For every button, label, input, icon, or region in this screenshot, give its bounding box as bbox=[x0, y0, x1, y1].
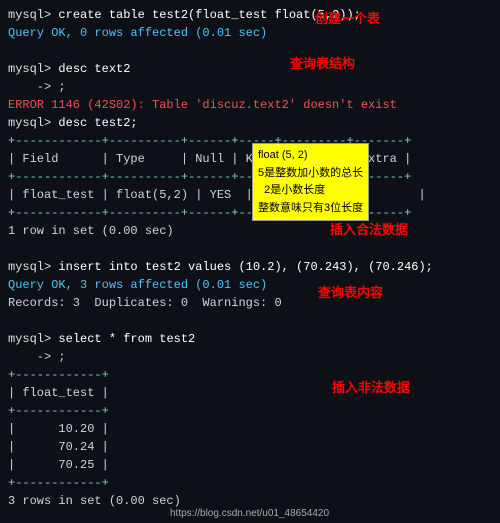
res-border-3: +------------+ bbox=[8, 474, 492, 492]
table-header: | Field | Type | Null | Key | Default | … bbox=[8, 150, 492, 168]
blank-3 bbox=[8, 312, 492, 330]
line-records: Records: 3 Duplicates: 0 Warnings: 0 bbox=[8, 294, 492, 312]
watermark: https://blog.csdn.net/u01_48654420 bbox=[170, 508, 329, 519]
table-border-1: +------------+----------+------+-----+--… bbox=[8, 132, 492, 150]
table-border-3: +------------+----------+------+-----+--… bbox=[8, 204, 492, 222]
res-border-2: +------------+ bbox=[8, 402, 492, 420]
line-1: mysql> create table test2(float_test flo… bbox=[8, 6, 492, 24]
res-row-2: | 70.24 | bbox=[8, 438, 492, 456]
line-cont: -> ; bbox=[8, 348, 492, 366]
annotation-insert: 插入合法数据 bbox=[330, 219, 408, 238]
line-insert: mysql> insert into test2 values (10.2), … bbox=[8, 258, 492, 276]
annotation-select: 查询表内容 bbox=[318, 282, 383, 301]
blank-2 bbox=[8, 240, 492, 258]
line-insert-ok: Query OK, 3 rows affected (0.01 sec) bbox=[8, 276, 492, 294]
res-header: | float_test | bbox=[8, 384, 492, 402]
terminal: mysql> create table test2(float_test flo… bbox=[0, 0, 500, 523]
line-5: -> ; bbox=[8, 78, 492, 96]
res-row-3: | 70.25 | bbox=[8, 456, 492, 474]
res-row-1: | 10.20 | bbox=[8, 420, 492, 438]
line-7: mysql> desc test2; bbox=[8, 114, 492, 132]
table-border-2: +------------+----------+------+-----+--… bbox=[8, 168, 492, 186]
line-3 bbox=[8, 42, 492, 60]
res-border-1: +------------+ bbox=[8, 366, 492, 384]
line-4: mysql> desc text2 bbox=[8, 60, 492, 78]
row-count-1: 1 row in set (0.00 sec) bbox=[8, 222, 492, 240]
annotation-float: float (5, 2) 5是整数加小数的总长 2是小数长度 整数意味只有3位长… bbox=[252, 143, 369, 221]
annotation-illegal: 插入非法数据 bbox=[332, 377, 410, 396]
line-select: mysql> select * from test2 bbox=[8, 330, 492, 348]
line-2: Query OK, 0 rows affected (0.01 sec) bbox=[8, 24, 492, 42]
annotation-desc: 查询表结构 bbox=[290, 53, 355, 72]
table-row-float: | float_test | float(5,2) | YES | | NULL… bbox=[8, 186, 492, 204]
annotation-create-table: 创建一个表 bbox=[315, 8, 380, 27]
line-6: ERROR 1146 (42S02): Table 'discuz.text2'… bbox=[8, 96, 492, 114]
